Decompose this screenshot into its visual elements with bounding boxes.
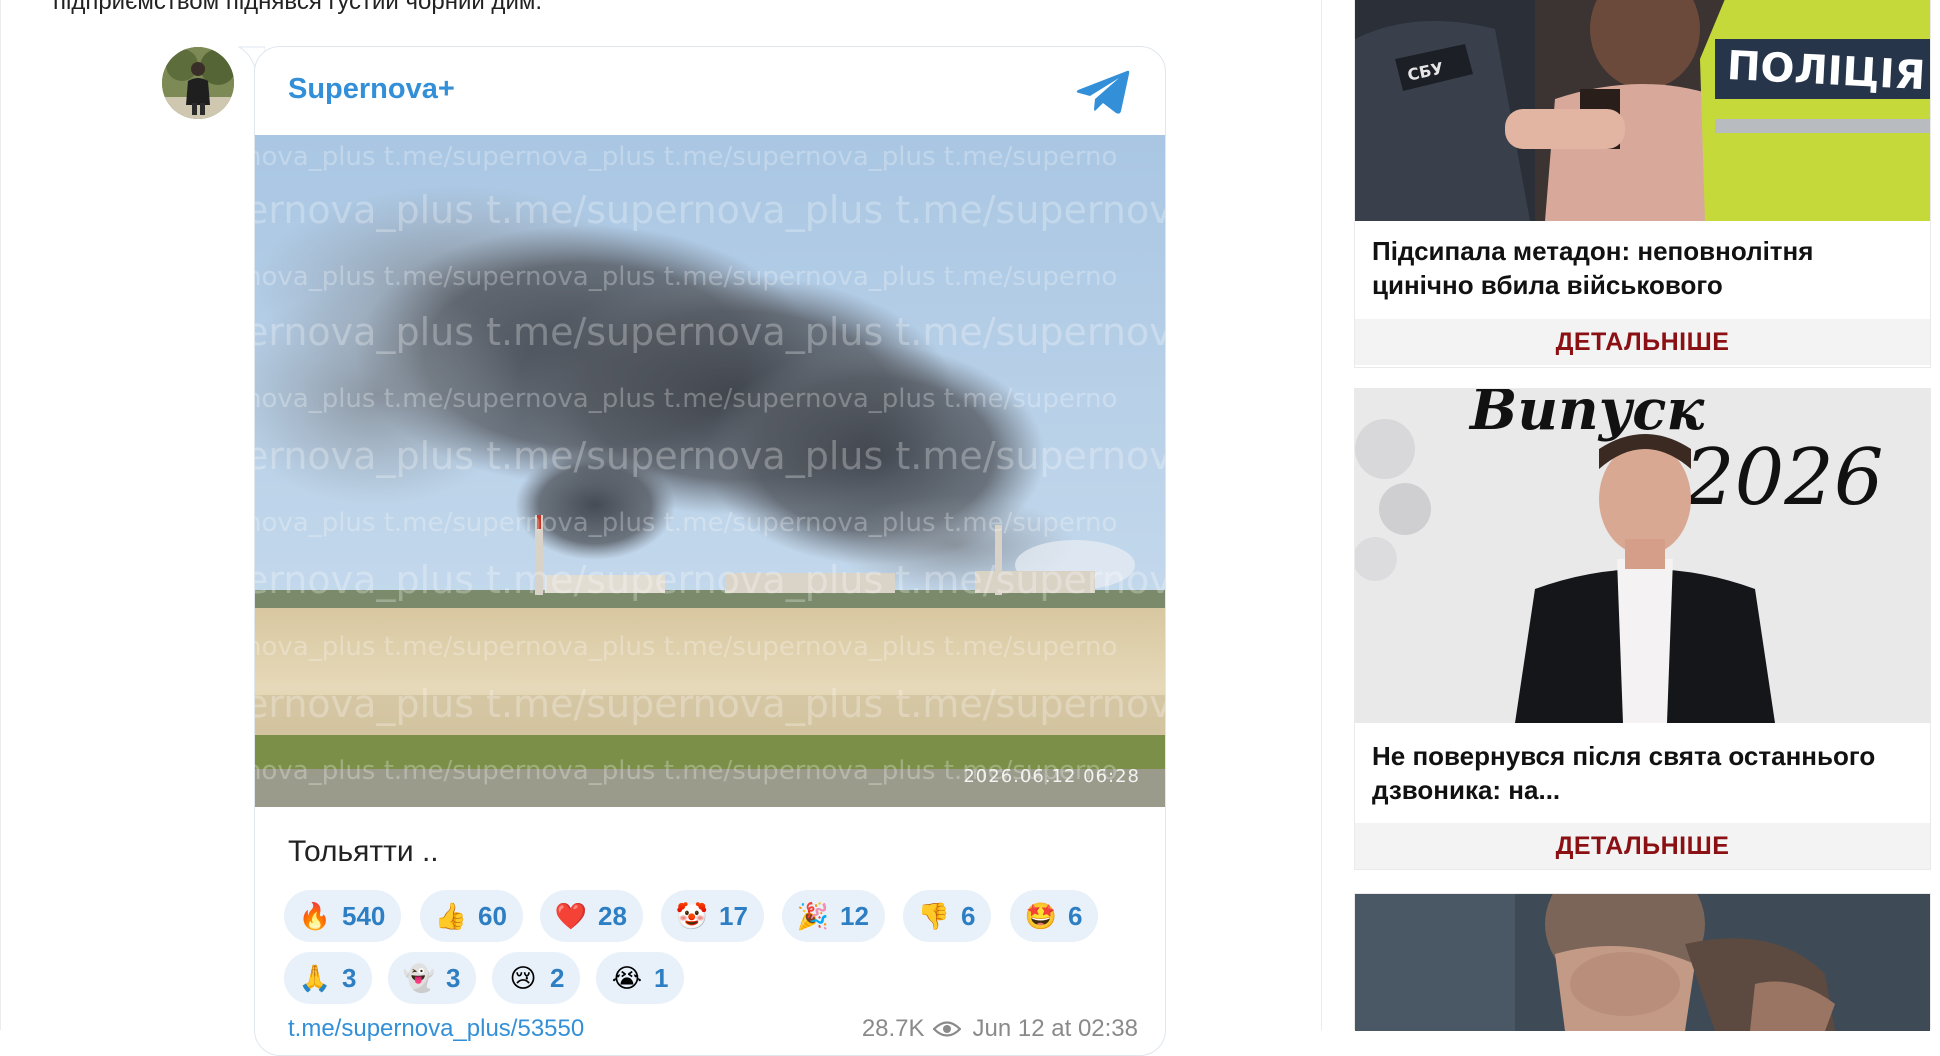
news-card-title[interactable]: Підсипала метадон: неповнолітня цинічно … <box>1372 234 1912 302</box>
eye-icon <box>932 1021 961 1037</box>
photo-timestamp: 2026.06.12 06:28 <box>963 766 1140 787</box>
svg-text:ernova_plus t.me/supernova_p: ernova_plus t.me/supernova_plus t.me/sup… <box>255 558 1166 602</box>
telegram-post: Supernova+ nova_plus t.me/supernova_plus… <box>254 46 1166 1056</box>
svg-text:ernova_plus t.me/supernova_p: ernova_plus t.me/supernova_plus t.me/sup… <box>255 682 1166 726</box>
party-popper-icon: 🎉 <box>796 901 830 931</box>
reaction-ghost[interactable]: 👻 3 <box>388 952 477 1004</box>
reaction-sobbing-face[interactable]: 😭 1 <box>596 952 685 1004</box>
post-meta: 28.7K Jun 12 at 02:38 <box>862 1015 1138 1043</box>
thumbs-down-icon: 👎 <box>917 901 951 931</box>
reaction-count: 2 <box>550 962 565 993</box>
news-card[interactable]: СБУ ПОЛІЦІЯ Підсипала метадон: неповнолі… <box>1354 0 1931 368</box>
reaction-count: 6 <box>1068 900 1083 931</box>
reaction-count: 1 <box>654 962 669 993</box>
news-card-title[interactable]: Не повернувся після свята останнього дзв… <box>1372 739 1912 807</box>
reaction-heart[interactable]: ❤️ 28 <box>540 890 643 942</box>
sobbing-face-icon: 😭 <box>611 963 643 993</box>
post-link[interactable]: t.me/supernova_plus/53550 <box>288 1015 584 1042</box>
reaction-party-popper[interactable]: 🎉 12 <box>782 890 885 942</box>
clown-icon: 🤡 <box>675 901 709 931</box>
reaction-count: 60 <box>478 900 507 931</box>
news-card-image[interactable] <box>1355 894 1930 1031</box>
post-caption: Тольятти .. <box>288 835 439 868</box>
svg-text:nova_plus t.me/supernova_plu: nova_plus t.me/supernova_plus t.me/super… <box>255 262 1117 292</box>
news-card[interactable]: Випуск 2026 Не повернувся після свята ос… <box>1354 388 1931 870</box>
reaction-count: 12 <box>840 900 869 931</box>
post-footer: t.me/supernova_plus/53550 28.7K Jun 12 a… <box>288 1015 1138 1043</box>
reaction-crying-face[interactable]: 😢 2 <box>492 952 581 1004</box>
news-card-image[interactable]: Випуск 2026 <box>1355 389 1930 723</box>
svg-text:nova_plus t.me/supernova_plu: nova_plus t.me/supernova_plus t.me/super… <box>255 384 1117 414</box>
article-column: підприємством піднявся густий чорний дим… <box>0 0 1322 1056</box>
svg-text:Випуск: Випуск <box>1468 389 1705 443</box>
reaction-fire[interactable]: 🔥 540 <box>284 890 402 942</box>
svg-text:ernova_plus t.me/supernova_p: ernova_plus t.me/supernova_plus t.me/sup… <box>255 310 1166 354</box>
sidebar: СБУ ПОЛІЦІЯ Підсипала метадон: неповнолі… <box>1322 0 1940 1031</box>
svg-text:ernova_plus t.me/supernova_p: ernova_plus t.me/supernova_plus t.me/sup… <box>255 434 1166 478</box>
reaction-count: 17 <box>719 900 748 931</box>
reaction-thumbs-down[interactable]: 👎 6 <box>903 890 992 942</box>
ghost-icon: 👻 <box>402 963 436 993</box>
reaction-count: 28 <box>598 900 627 931</box>
reaction-star-struck[interactable]: 🤩 6 <box>1010 890 1099 942</box>
reaction-pray[interactable]: 🙏 3 <box>284 952 373 1004</box>
fire-icon: 🔥 <box>298 901 332 931</box>
heart-icon: ❤️ <box>554 901 588 931</box>
crying-face-icon: 😢 <box>509 963 537 993</box>
read-more-button[interactable]: ДЕТАЛЬНІШЕ <box>1355 823 1930 869</box>
svg-text:2026: 2026 <box>1684 433 1884 523</box>
post-photo[interactable]: nova_plus t.me/supernova_plus t.me/super… <box>255 135 1166 807</box>
svg-text:nova_plus t.me/supernova_plu: nova_plus t.me/supernova_plus t.me/super… <box>255 632 1117 662</box>
svg-text:nova_plus t.me/supernova_plu: nova_plus t.me/supernova_plus t.me/super… <box>255 508 1117 538</box>
pray-icon: 🙏 <box>298 963 332 993</box>
reaction-count: 3 <box>446 962 461 993</box>
article-text: підприємством піднявся густий чорний дим… <box>53 0 543 15</box>
reaction-count: 540 <box>342 900 386 931</box>
telegram-logo-icon[interactable] <box>1075 67 1131 117</box>
news-card[interactable] <box>1354 893 1931 1031</box>
star-struck-icon: 🤩 <box>1024 901 1058 931</box>
channel-avatar[interactable] <box>162 47 234 119</box>
news-card-image[interactable]: СБУ ПОЛІЦІЯ <box>1355 0 1930 221</box>
svg-text:ernova_plus t.me/supernova_p: ernova_plus t.me/supernova_plus t.me/sup… <box>255 188 1166 232</box>
thumbs-up-icon: 👍 <box>434 901 468 931</box>
channel-name[interactable]: Supernova+ <box>288 73 455 106</box>
svg-text:nova_plus t.me/supernova_plu: nova_plus t.me/supernova_plus t.me/super… <box>255 142 1117 172</box>
reaction-count: 6 <box>961 900 976 931</box>
post-date: Jun 12 at 02:38 <box>972 1015 1138 1042</box>
reaction-clown[interactable]: 🤡 17 <box>661 890 764 942</box>
reaction-thumbs-up[interactable]: 👍 60 <box>420 890 523 942</box>
view-count: 28.7K <box>861 1015 925 1042</box>
reaction-count: 3 <box>342 962 357 993</box>
read-more-button[interactable]: ДЕТАЛЬНІШЕ <box>1355 319 1930 365</box>
